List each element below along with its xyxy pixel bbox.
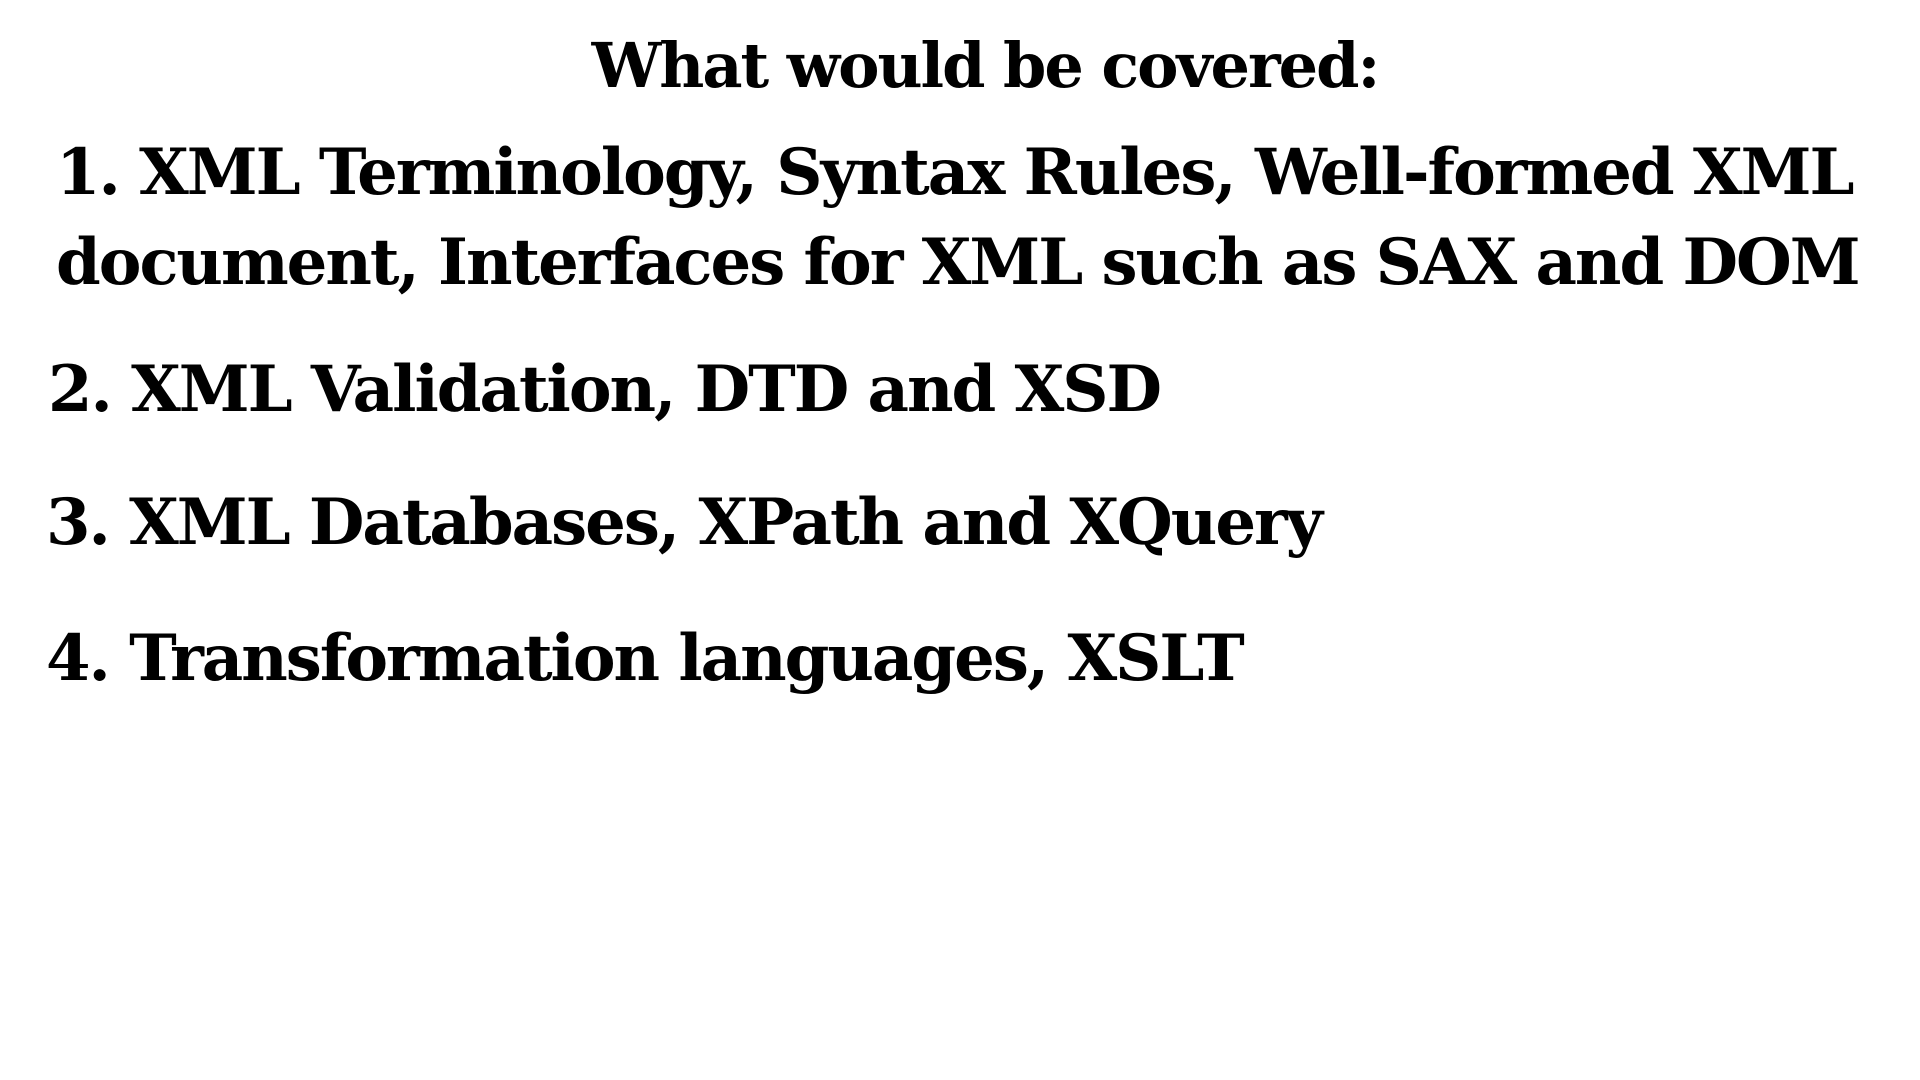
list-item-1-line-1: 1. XML Terminology, Syntax Rules, Well-f… xyxy=(56,135,1854,210)
list-item-1: 1. XML Terminology, Syntax Rules, Well-f… xyxy=(56,128,1861,308)
list-item-3: 3. XML Databases, XPath and XQuery xyxy=(46,485,1323,560)
list-item-1-line-2: document, Interfaces for XML such as SAX… xyxy=(56,225,1861,300)
slide-title: What would be covered: xyxy=(591,29,1381,102)
list-item-2: 2. XML Validation, DTD and XSD xyxy=(48,352,1162,427)
slide: What would be covered: 1. XML Terminolog… xyxy=(0,0,1920,1080)
list-item-4: 4. Transformation languages, XSLT xyxy=(46,621,1245,696)
